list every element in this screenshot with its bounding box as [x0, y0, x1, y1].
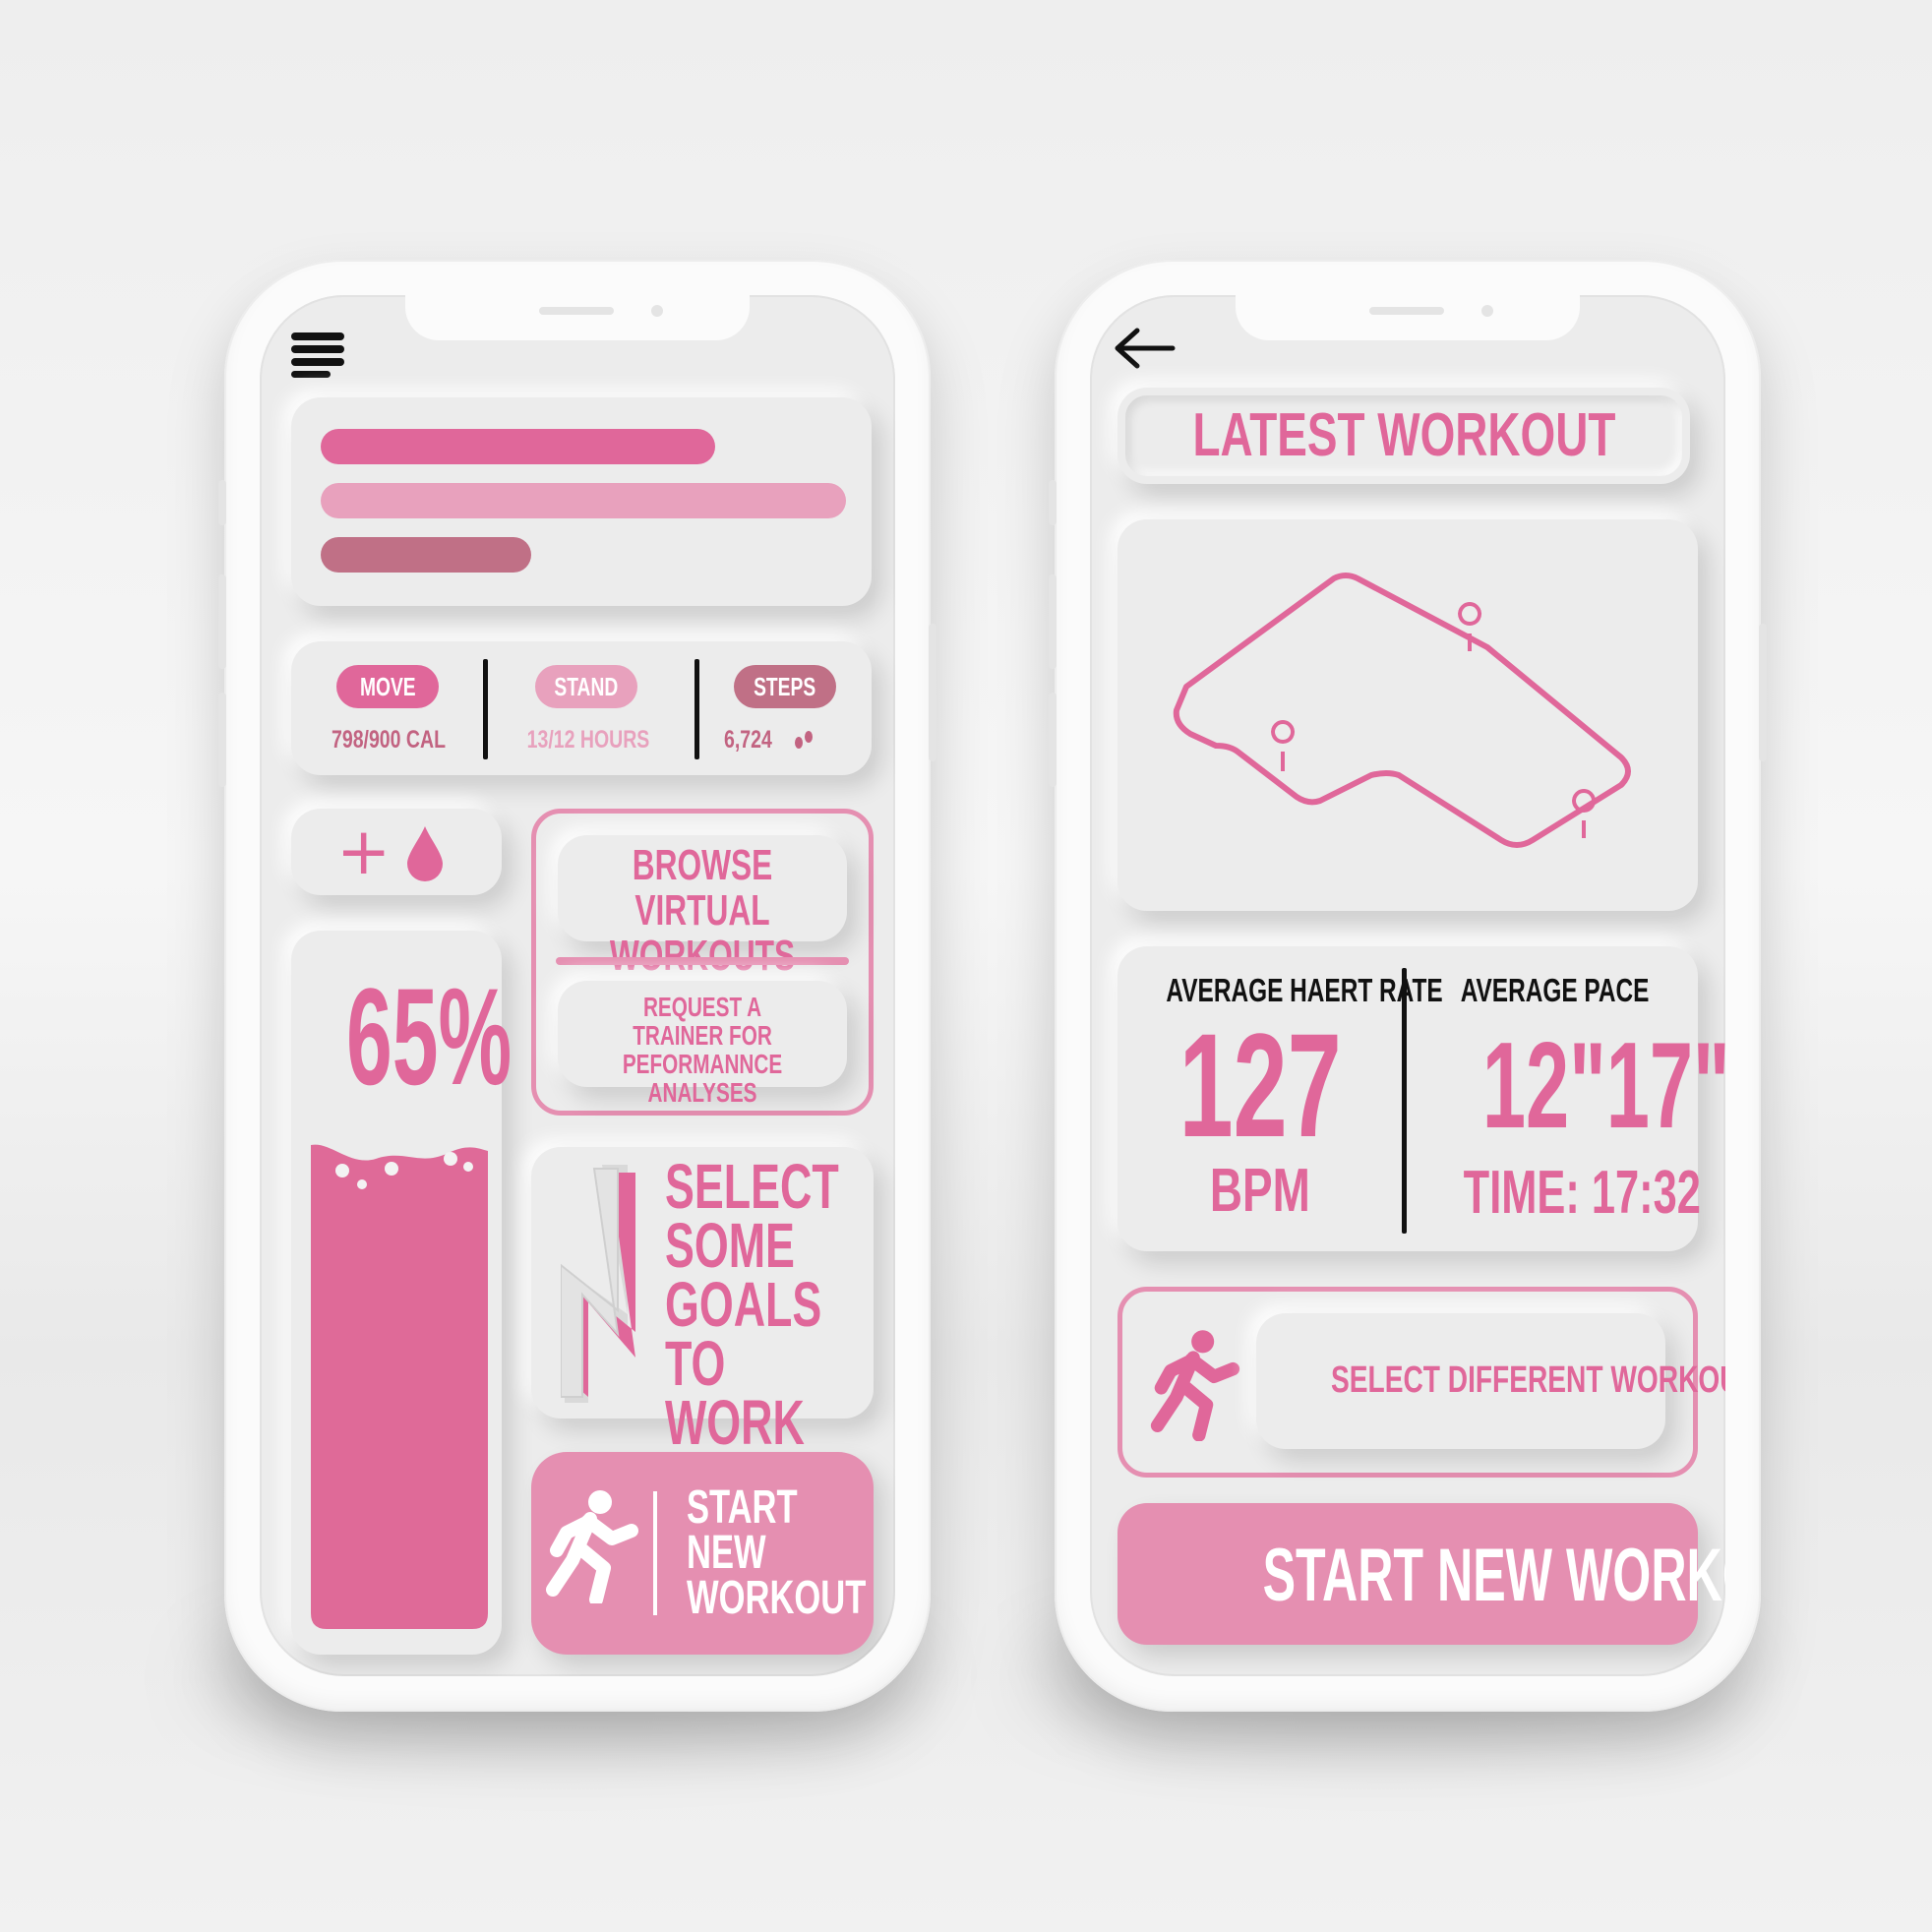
stand-pill: STAND: [535, 665, 637, 708]
lightning-bolt-icon: [560, 1165, 649, 1407]
select-different-workout-label: SELECT DIFFERENT WORKOUT: [1331, 1359, 1725, 1401]
steps-value: 6,724: [724, 726, 772, 754]
move-pill: MOVE: [336, 665, 439, 708]
activity-bars: [321, 429, 846, 576]
start-new-workout-label: START NEW WORKOUT: [687, 1481, 867, 1624]
latest-workout-title: LATEST WORKOUT: [1192, 401, 1615, 469]
back-arrow-icon[interactable]: [1114, 327, 1177, 374]
menu-icon[interactable]: [291, 332, 346, 378]
stand-value: 13/12 HOURS: [526, 726, 650, 754]
add-water-button[interactable]: +: [291, 809, 502, 895]
workout-screen: LATEST WORKOUT AVERAGE HAERT RATE 127 BP…: [1090, 295, 1725, 1676]
water-drop-icon: [405, 824, 445, 885]
right-phone: LATEST WORKOUT AVERAGE HAERT RATE 127 BP…: [1049, 260, 1767, 1712]
browse-virtual-workouts-button[interactable]: BROWSE VIRTUAL WORKOUTS: [558, 835, 847, 979]
activity-card: [291, 397, 872, 606]
stats-divider-2: [694, 659, 699, 759]
move-value: 798/900 CAL: [331, 726, 446, 754]
pace-value: 12"17": [1481, 1018, 1725, 1154]
heart-rate-value: 127: [1178, 1002, 1342, 1168]
workout-stats-card: AVERAGE HAERT RATE 127 BPM AVERAGE PACE …: [1117, 946, 1725, 1251]
route-map-card: [1117, 519, 1698, 911]
select-different-workout-card: SELECT DIFFERENT WORKOUT: [1117, 1287, 1725, 1478]
home-screen: MOVE 798/900 CAL STAND 13/12 HOURS STEPS…: [260, 295, 895, 1676]
stats-card: MOVE 798/900 CAL STAND 13/12 HOURS STEPS…: [291, 641, 872, 775]
request-trainer-label: REQUEST A TRAINER FOR PEFORMANNCE ANALYS…: [622, 992, 783, 1108]
water-level-card: 65%: [291, 931, 513, 1655]
plus-icon: +: [336, 814, 392, 889]
workout-stats-divider: [1402, 968, 1407, 1234]
start-new-workout-label: START NEW WORKOUT: [1262, 1534, 1725, 1617]
water-percent: 65%: [346, 959, 513, 1114]
activity-bar-3: [321, 537, 531, 573]
pace-label: AVERAGE PACE: [1461, 972, 1650, 1008]
workout-time: TIME: 17:32: [1463, 1159, 1701, 1227]
running-person-icon: [543, 1489, 641, 1607]
select-different-workout-button[interactable]: SELECT DIFFERENT WORKOUT: [1256, 1313, 1725, 1449]
request-trainer-button[interactable]: REQUEST A TRAINER FOR PEFORMANNCE ANALYS…: [558, 981, 847, 1107]
latest-workout-title-card: LATEST WORKOUT: [1117, 388, 1690, 484]
virtual-workouts-card: BROWSE VIRTUAL WORKOUTS REQUEST A TRAINE…: [531, 809, 874, 1116]
virtual-workouts-divider: [556, 957, 849, 965]
heart-rate-unit: BPM: [1210, 1157, 1310, 1225]
water-fill: [311, 1141, 488, 1629]
notch: [1236, 295, 1580, 340]
start-workout-divider: [653, 1491, 657, 1615]
activity-bar-2: [321, 483, 846, 518]
notch: [405, 295, 750, 340]
activity-bar-1: [321, 429, 715, 464]
steps-pill: STEPS: [734, 665, 836, 708]
steps-value-row: 6,724: [724, 726, 852, 757]
stats-divider-1: [483, 659, 488, 759]
start-new-workout-button[interactable]: START NEW WORKOUT: [1117, 1503, 1725, 1645]
running-person-icon: [1148, 1327, 1242, 1445]
footprints-icon: [791, 728, 816, 757]
select-goals-card[interactable]: SELECT SOME GOALS TO WORK ON: [531, 1147, 874, 1513]
route-map: [1167, 569, 1639, 868]
left-phone: MOVE 798/900 CAL STAND 13/12 HOURS STEPS…: [218, 260, 936, 1712]
start-new-workout-button[interactable]: START NEW WORKOUT: [531, 1452, 874, 1655]
